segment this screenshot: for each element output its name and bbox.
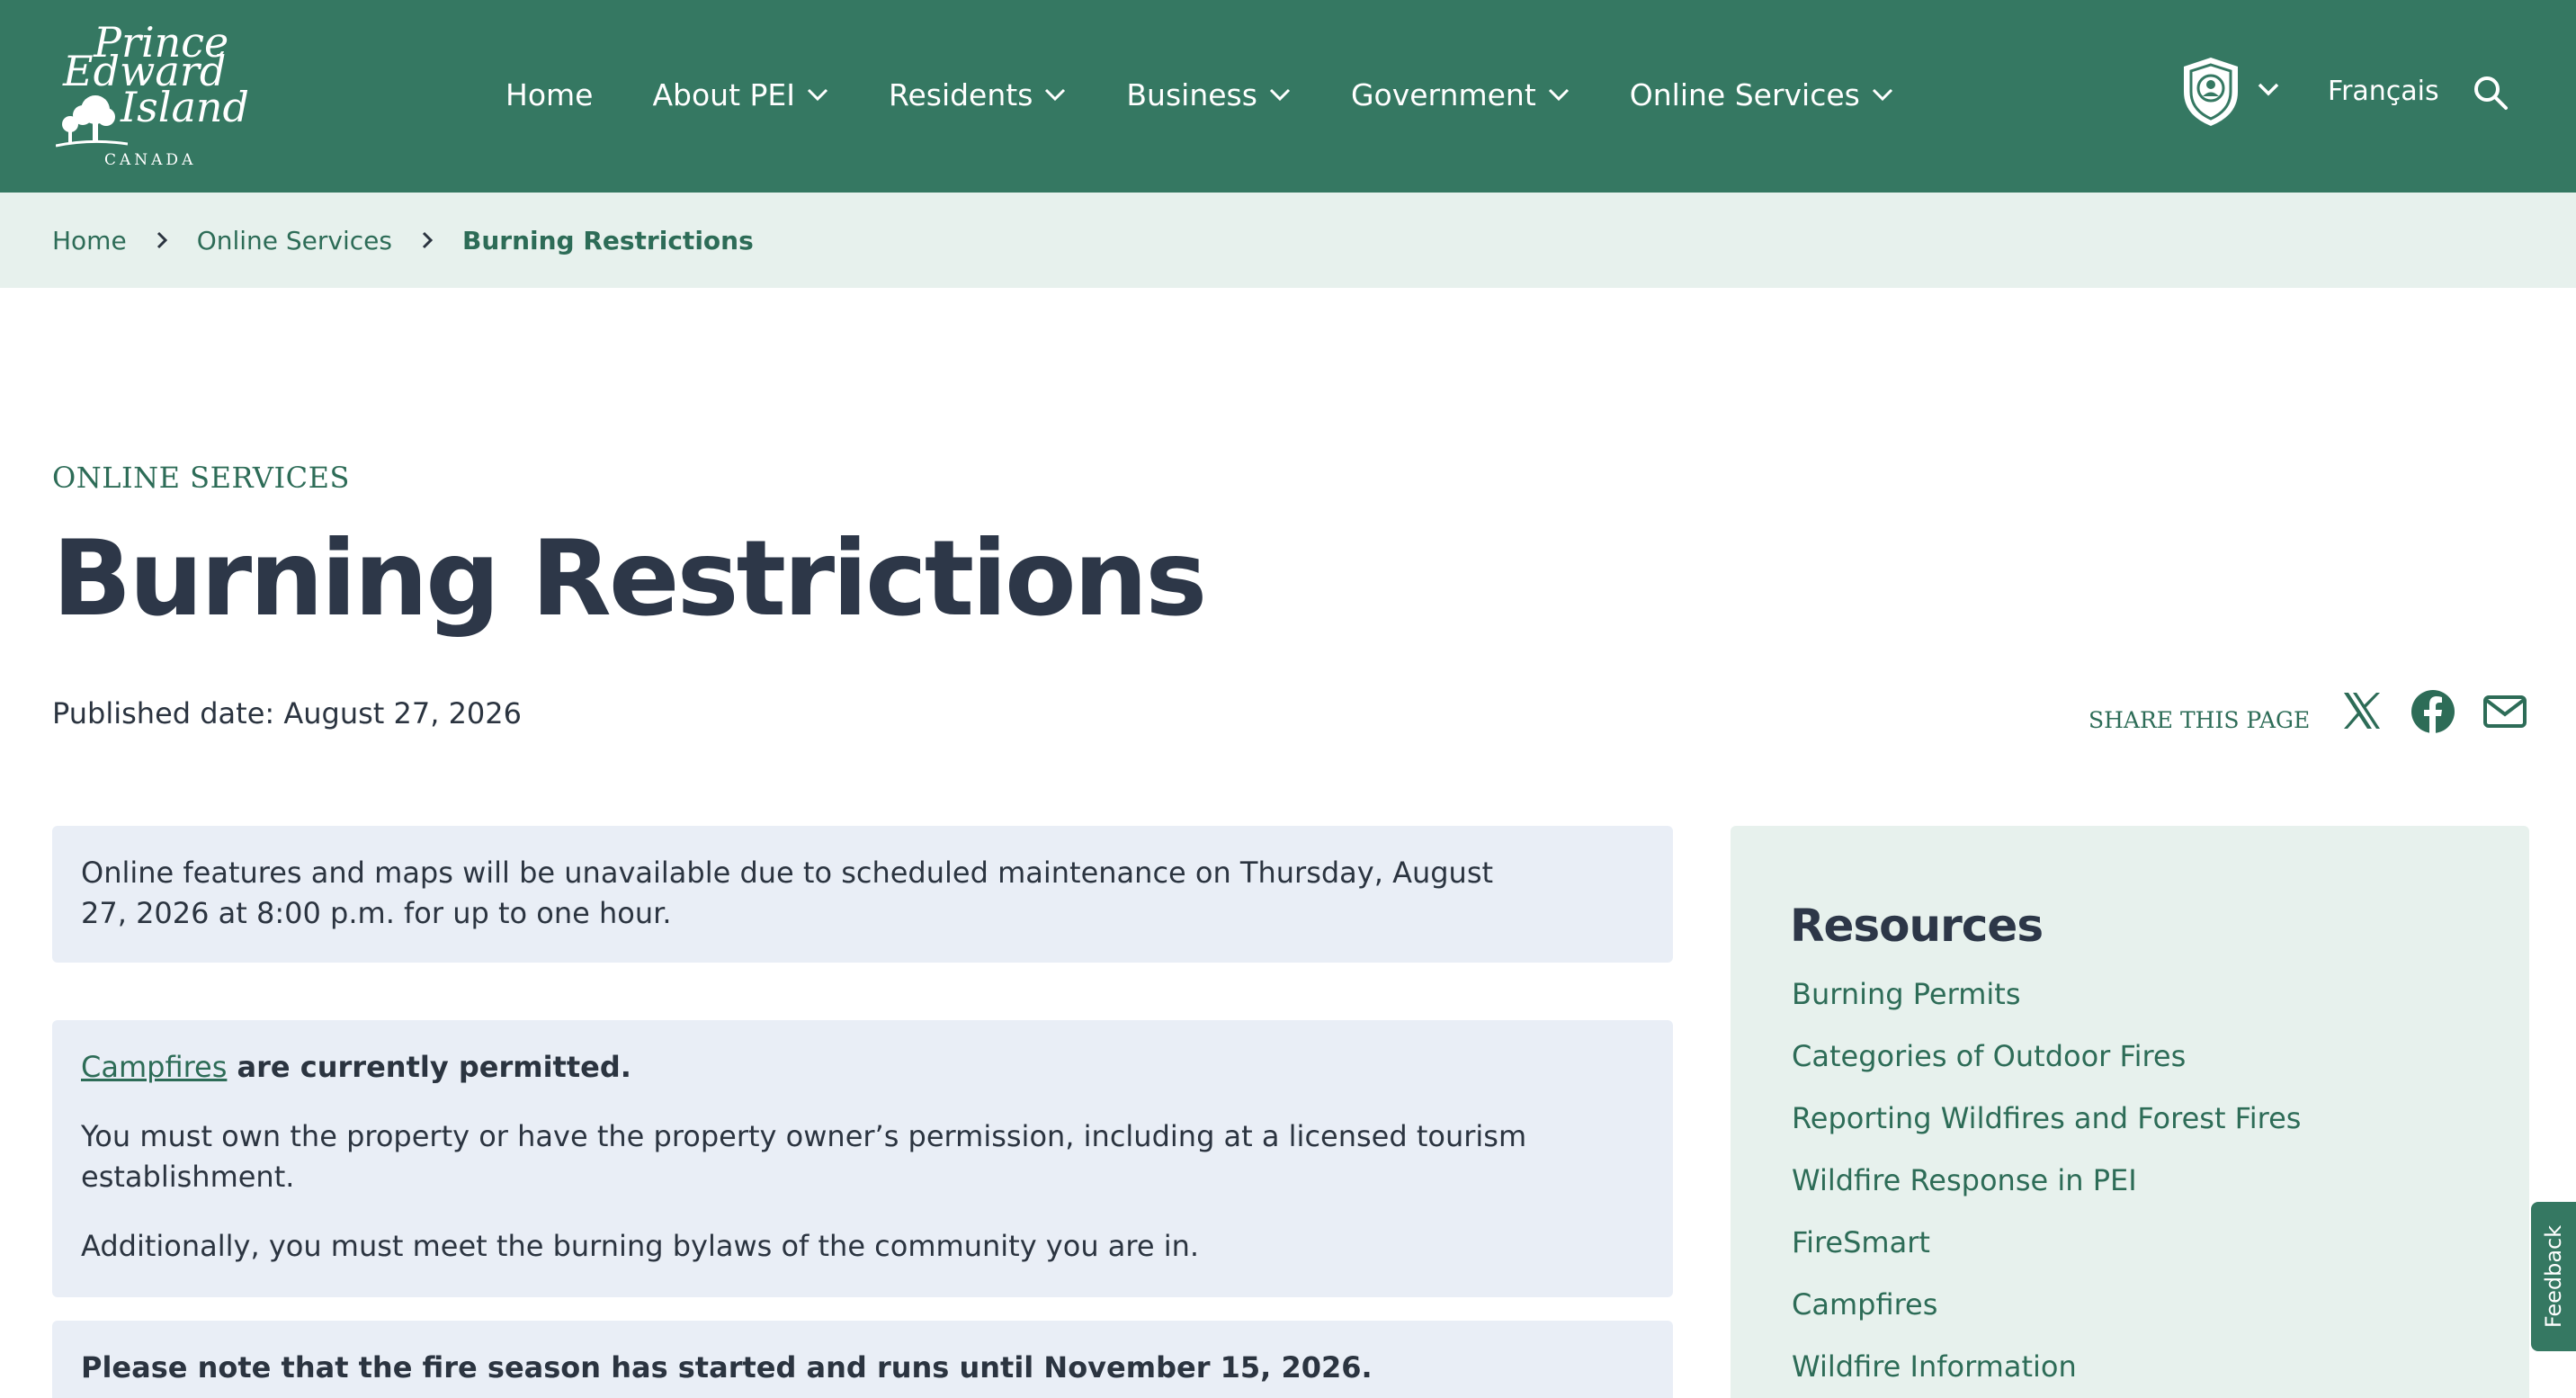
maintenance-notice: Online features and maps will be unavail… xyxy=(52,826,1673,963)
nav-about-pei-label: About PEI xyxy=(652,76,795,112)
nav-about-pei[interactable]: About PEI xyxy=(652,77,829,112)
fire-season-notice: Please note that the fire season has sta… xyxy=(52,1321,1673,1398)
chevron-down-icon xyxy=(1548,88,1569,102)
nav-residents[interactable]: Residents xyxy=(889,77,1067,112)
chevron-down-icon xyxy=(1045,88,1066,102)
chevron-down-icon xyxy=(807,88,828,102)
logo-text-island: Island xyxy=(121,83,249,131)
chevron-right-icon xyxy=(421,230,434,250)
shield-user-icon[interactable] xyxy=(2180,56,2241,128)
chevron-down-icon xyxy=(1269,88,1291,102)
maintenance-text: Online features and maps will be unavail… xyxy=(81,856,1494,930)
nav-business-label: Business xyxy=(1126,76,1257,112)
bylaws-text: Additionally, you must meet the burning … xyxy=(81,1229,1200,1263)
nav-residents-label: Residents xyxy=(889,76,1033,112)
section-eyebrow: ONLINE SERVICES xyxy=(52,461,350,495)
resources-sidebar: Resources Burning Permits Categories of … xyxy=(1731,826,2529,1398)
nav-business[interactable]: Business xyxy=(1126,77,1292,112)
pei-logo[interactable]: Prince Edward Island CANADA xyxy=(50,18,249,173)
language-toggle[interactable]: Français xyxy=(2328,76,2439,107)
chevron-down-icon[interactable] xyxy=(2256,81,2281,97)
nav-home-label: Home xyxy=(505,76,594,112)
page-title: Burning Restrictions xyxy=(52,518,1207,640)
facebook-icon[interactable] xyxy=(2411,689,2455,734)
site-header: Prince Edward Island CANADA Home About P… xyxy=(0,0,2576,193)
main-nav: Home About PEI Residents Business Govern… xyxy=(505,72,1894,117)
campfire-status-text: are currently permitted. xyxy=(227,1050,631,1084)
nav-home[interactable]: Home xyxy=(505,77,593,112)
nav-government-label: Government xyxy=(1350,76,1536,112)
campfire-status: Campfires are currently permitted. xyxy=(81,1047,1644,1088)
chevron-down-icon xyxy=(1872,88,1892,102)
nav-government[interactable]: Government xyxy=(1351,77,1570,112)
breadcrumb-online-services[interactable]: Online Services xyxy=(197,226,392,255)
breadcrumb-home[interactable]: Home xyxy=(52,226,127,255)
resource-link-wildfire-info[interactable]: Wildfire Information xyxy=(1792,1349,2301,1398)
resource-link-categories[interactable]: Categories of Outdoor Fires xyxy=(1792,1039,2301,1101)
resources-title: Resources xyxy=(1790,900,2044,952)
logo-text-canada: CANADA xyxy=(104,151,197,169)
search-icon[interactable] xyxy=(2472,74,2511,113)
resource-link-wildfire-response[interactable]: Wildfire Response in PEI xyxy=(1792,1163,2301,1225)
tree-icon xyxy=(56,95,128,148)
breadcrumb: Home Online Services Burning Restriction… xyxy=(0,193,2576,288)
resource-link-burning-permits[interactable]: Burning Permits xyxy=(1792,977,2301,1039)
resource-link-campfires[interactable]: Campfires xyxy=(1792,1287,2301,1349)
property-text: You must own the property or have the pr… xyxy=(81,1119,1527,1194)
nav-online-services[interactable]: Online Services xyxy=(1630,77,1894,112)
fire-season-text: Please note that the fire season has sta… xyxy=(81,1350,1373,1385)
feedback-label: Feedback xyxy=(2541,1224,2566,1329)
campfires-link[interactable]: Campfires xyxy=(81,1050,227,1084)
x-icon[interactable] xyxy=(2340,689,2384,732)
published-date: Published date: August 27, 2026 xyxy=(52,696,522,730)
breadcrumb-current: Burning Restrictions xyxy=(461,225,754,255)
share-label: SHARE THIS PAGE xyxy=(2089,707,2311,733)
email-icon[interactable] xyxy=(2482,689,2527,734)
nav-online-services-label: Online Services xyxy=(1629,76,1860,112)
chevron-right-icon xyxy=(156,230,168,250)
resource-link-firesmart[interactable]: FireSmart xyxy=(1792,1225,2301,1287)
resource-link-reporting[interactable]: Reporting Wildfires and Forest Fires xyxy=(1792,1101,2301,1163)
campfire-notice: Campfires are currently permitted. You m… xyxy=(52,1020,1673,1297)
feedback-tab[interactable]: Feedback xyxy=(2531,1202,2576,1351)
resources-list: Burning Permits Categories of Outdoor Fi… xyxy=(1792,977,2301,1398)
